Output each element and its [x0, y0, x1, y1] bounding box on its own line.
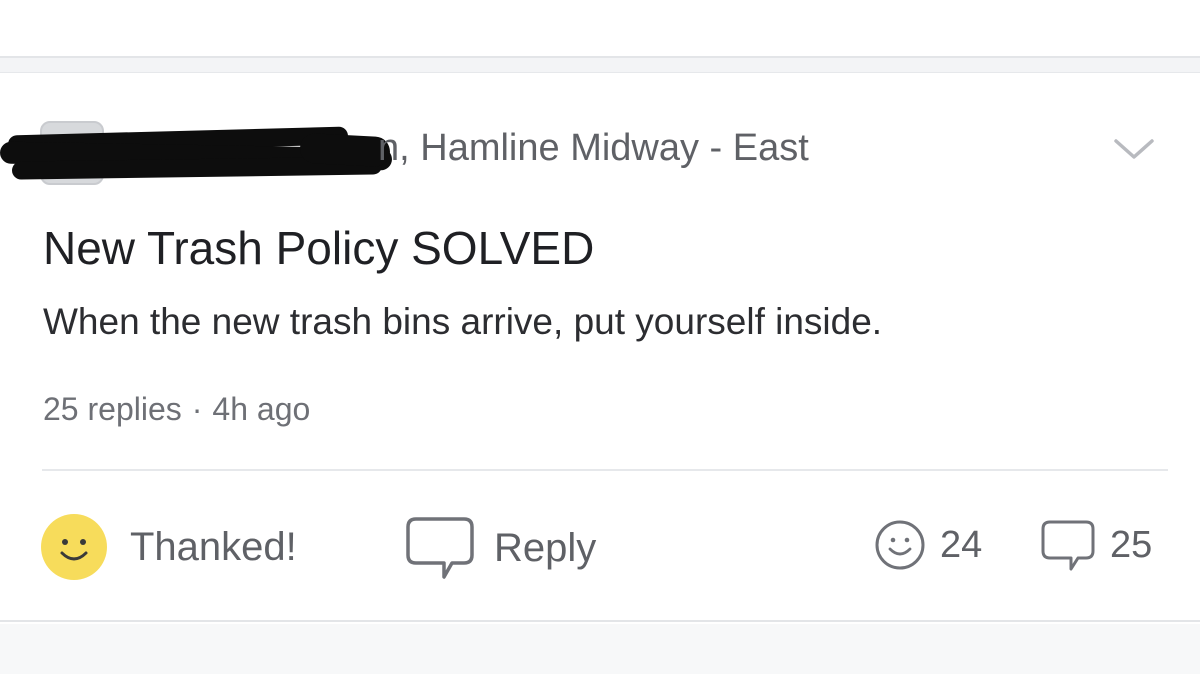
reply-button-label: Reply — [494, 525, 597, 570]
post-body: When the new trash bins arrive, put your… — [43, 301, 883, 342]
thanks-count[interactable]: 24 — [874, 519, 982, 571]
author-name-redaction — [0, 126, 393, 180]
feed-gap — [0, 58, 1200, 72]
reply-button[interactable]: Reply — [404, 515, 596, 581]
meta-separator: · — [191, 391, 203, 427]
smiley-filled-icon — [41, 514, 107, 580]
feed-background — [0, 624, 1200, 674]
speech-bubble-icon — [406, 517, 474, 579]
previous-post-edge — [0, 0, 1200, 58]
post-title[interactable]: New Trash Policy SOLVED — [43, 221, 594, 275]
divider — [42, 469, 1168, 471]
speech-bubble-small-icon — [1041, 520, 1095, 571]
chevron-down-icon[interactable] — [1112, 135, 1156, 163]
post-header: n, Hamline Midway - East — [0, 121, 1200, 191]
author-location[interactable]: n, Hamline Midway - East — [378, 127, 809, 170]
post-card: n, Hamline Midway - East New Trash Polic… — [0, 72, 1200, 622]
smiley-outline-icon — [875, 520, 925, 570]
replies-count[interactable]: 25 — [1040, 519, 1152, 571]
thanks-count-value: 24 — [940, 523, 983, 566]
post-actions: Thanked! Reply 24 25 — [0, 509, 1200, 589]
replies-count-value: 25 — [1110, 523, 1153, 566]
post-timestamp: 4h ago — [212, 391, 311, 427]
thank-button-label: Thanked! — [130, 524, 297, 569]
post-meta: 25 replies · 4h ago — [43, 391, 310, 428]
reply-count-link[interactable]: 25 replies — [43, 391, 182, 427]
thank-button[interactable]: Thanked! — [40, 513, 297, 581]
